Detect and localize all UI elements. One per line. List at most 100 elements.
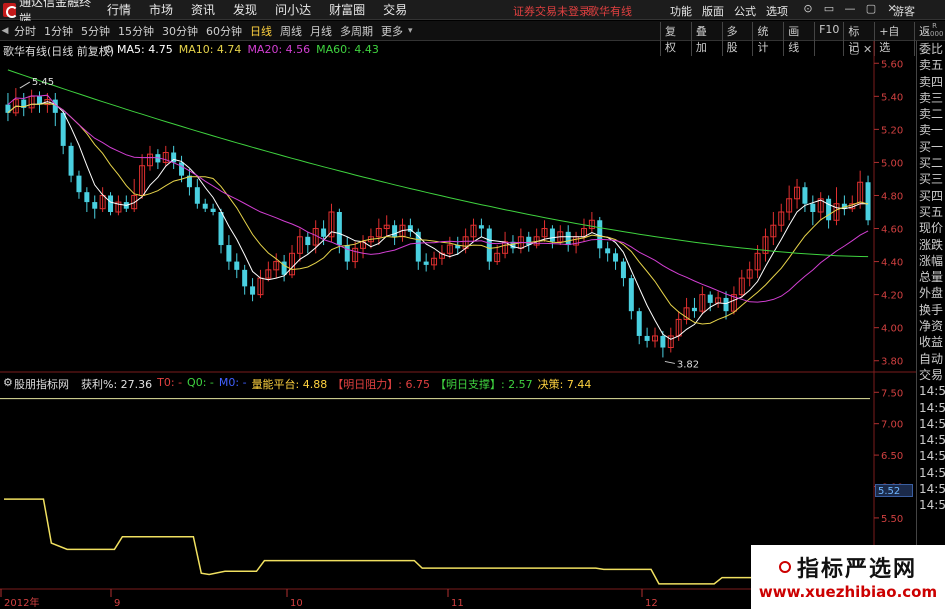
ma-label-3: MA60: 4.43 bbox=[316, 43, 379, 56]
candle-body-60 bbox=[478, 225, 484, 229]
candle-body-11 bbox=[92, 202, 98, 209]
toggle-panel-icon[interactable]: ▢ bbox=[849, 43, 859, 56]
period-tab-6[interactable]: 日线 bbox=[246, 23, 276, 39]
period-tab-2[interactable]: 5分钟 bbox=[77, 23, 114, 39]
side-panel-item-3[interactable]: 卖三 bbox=[917, 90, 945, 106]
menu-item-4[interactable]: 问小达 bbox=[266, 1, 320, 18]
side-panel-item-16[interactable]: 换手 bbox=[917, 302, 945, 318]
side-panel-item-26[interactable]: 14:56 bbox=[917, 465, 945, 481]
skin-icon[interactable]: ⊙ bbox=[802, 3, 814, 15]
side-panel-item-2[interactable]: 卖四 bbox=[917, 74, 945, 90]
side-panel-item-4[interactable]: 卖二 bbox=[917, 106, 945, 122]
period-tab-0[interactable]: 分时 bbox=[10, 23, 40, 39]
guest-label[interactable]: 游客 bbox=[893, 3, 915, 19]
side-panel-item-8[interactable]: 买三 bbox=[917, 171, 945, 187]
side-panel-item-11[interactable]: 现价 bbox=[917, 220, 945, 236]
side-panel-item-23[interactable]: 14:56 bbox=[917, 416, 945, 432]
minimize-icon[interactable]: — bbox=[844, 3, 856, 15]
candle-body-75 bbox=[597, 220, 603, 249]
candle-body-24 bbox=[194, 187, 200, 204]
menu-item-0[interactable]: 行情 bbox=[98, 1, 140, 18]
ind-tick-label-1: 7.00 bbox=[881, 420, 903, 431]
menu-item-2[interactable]: 资讯 bbox=[182, 1, 224, 18]
side-panel-item-10[interactable]: 买五 bbox=[917, 204, 945, 220]
tdx-logo-icon bbox=[3, 2, 19, 18]
candle-body-83 bbox=[660, 335, 666, 348]
side-panel-item-15[interactable]: 外盘 bbox=[917, 285, 945, 301]
candle-body-10 bbox=[84, 192, 90, 203]
candle-body-26 bbox=[210, 208, 216, 212]
candle-body-91 bbox=[723, 297, 729, 312]
right-menu-item-1[interactable]: 版面 bbox=[697, 3, 729, 19]
close-panel-icon[interactable]: ✕ bbox=[863, 43, 872, 56]
side-panel-item-13[interactable]: 涨幅 bbox=[917, 253, 945, 269]
period-toolbar: ◀ 分时 1分钟 5分钟 15分钟 30分钟 60分钟 日线 周线 月线 多周期 更多 ▾ 复权 叠加… bbox=[0, 21, 945, 56]
watermark-title: 指标严选网 bbox=[751, 551, 945, 583]
period-tab-10[interactable]: 更多 bbox=[377, 23, 407, 39]
side-panel-item-0[interactable]: 委比 bbox=[917, 41, 945, 57]
y-tick-label-1: 5.40 bbox=[881, 92, 903, 103]
period-tab-8[interactable]: 月线 bbox=[306, 23, 336, 39]
indicator-item-5: 【明日阻力】: 6.75 bbox=[332, 378, 430, 391]
period-tab-1[interactable]: 1分钟 bbox=[40, 23, 77, 39]
menu-item-1[interactable]: 市场 bbox=[140, 1, 182, 18]
side-panel-item-21[interactable]: 14:56 bbox=[917, 383, 945, 399]
login-status[interactable]: 证券交易未登录 bbox=[513, 3, 590, 19]
right-top-line1: R bbox=[932, 22, 937, 30]
side-panel-item-1[interactable]: 卖五 bbox=[917, 57, 945, 73]
candle-body-76 bbox=[605, 248, 611, 254]
chart-canvas[interactable]: 5.60 5.40 5.20 5.00 4.80 4.60 4.40 4.20 4.00 3.80… bbox=[0, 41, 916, 609]
period-tab-5[interactable]: 60分钟 bbox=[202, 23, 246, 39]
side-panel-item-12[interactable]: 涨跌 bbox=[917, 237, 945, 253]
right-menu-item-3[interactable]: 选项 bbox=[761, 3, 793, 19]
side-panel-item-22[interactable]: 14:56 bbox=[917, 400, 945, 416]
candle-body-9 bbox=[76, 175, 82, 193]
side-panel-item-20[interactable]: 交易 bbox=[917, 367, 945, 383]
side-panel-item-7[interactable]: 买二 bbox=[917, 155, 945, 171]
candle-body-109 bbox=[865, 182, 871, 221]
ma-legend: MA5: 4.75 MA10: 4.74 MA20: 4.56 MA60: 4.43 bbox=[117, 43, 379, 56]
maximize-icon[interactable]: ▢ bbox=[865, 3, 877, 15]
candle-body-89 bbox=[707, 294, 713, 303]
period-tab-9[interactable]: 多周期 bbox=[336, 23, 377, 39]
right-menu-item-2[interactable]: 公式 bbox=[729, 3, 761, 19]
candle-body-25 bbox=[202, 203, 208, 209]
side-panel-item-18[interactable]: 收益 bbox=[917, 334, 945, 350]
y-tick-label-9: 3.80 bbox=[881, 357, 903, 368]
side-panel-item-14[interactable]: 总量 bbox=[917, 269, 945, 285]
y-tick-label-5: 4.60 bbox=[881, 225, 903, 236]
indicator-item-6: 【明日支撑】: 2.57 bbox=[434, 378, 533, 391]
period-tab-3[interactable]: 15分钟 bbox=[114, 23, 158, 39]
side-panel-item-5[interactable]: 卖一 bbox=[917, 122, 945, 138]
menu-item-6[interactable]: 交易 bbox=[374, 1, 416, 18]
y-tick-label-3: 5.00 bbox=[881, 158, 903, 169]
side-panel-item-28[interactable]: 14:56 bbox=[917, 497, 945, 513]
x-label-3: 11 bbox=[451, 598, 464, 609]
candle-body-43 bbox=[344, 245, 350, 262]
ma60-line bbox=[7, 69, 869, 258]
menu-item-3[interactable]: 发现 bbox=[224, 1, 266, 18]
more-dropdown-icon[interactable]: ▾ bbox=[408, 26, 413, 36]
side-panel-item-19[interactable]: 自动 bbox=[917, 351, 945, 367]
period-tab-7[interactable]: 周线 bbox=[276, 23, 306, 39]
indicator-item-7: 决策: 7.44 bbox=[537, 378, 592, 391]
period-tabs: 分时 1分钟 5分钟 15分钟 30分钟 60分钟 日线 周线 月线 多周期 更多 bbox=[10, 23, 407, 39]
indicator-settings-icon[interactable]: ⚙ bbox=[3, 376, 13, 389]
settings-gear-icon[interactable]: ⚙ bbox=[104, 43, 114, 56]
side-panel-item-24[interactable]: 14:56 bbox=[917, 432, 945, 448]
watermark-url: www.xuezhibiao.com bbox=[758, 583, 938, 601]
app-window: 通达信金融终端 行情 市场 资讯 发现 问小达 财富圈 交易 证券交易未登录 歌华有线 功能… bbox=[0, 0, 945, 609]
ind-tick-label-0: 7.50 bbox=[881, 388, 903, 399]
period-tab-4[interactable]: 30分钟 bbox=[158, 23, 202, 39]
high-price-label: 5.45 bbox=[32, 77, 54, 88]
side-panel-item-27[interactable]: 14:56 bbox=[917, 481, 945, 497]
side-panel-item-25[interactable]: 14:56 bbox=[917, 448, 945, 464]
restore-icon[interactable]: ▭ bbox=[823, 3, 835, 15]
x-label-0: 2012年 bbox=[4, 596, 39, 609]
right-menu-item-0[interactable]: 功能 bbox=[665, 3, 697, 19]
side-panel-item-9[interactable]: 买四 bbox=[917, 188, 945, 204]
menu-item-5[interactable]: 财富圈 bbox=[320, 1, 374, 18]
side-panel-item-17[interactable]: 净资 bbox=[917, 318, 945, 334]
scroll-left-icon[interactable]: ◀ bbox=[0, 26, 10, 36]
side-panel-item-6[interactable]: 买一 bbox=[917, 139, 945, 155]
